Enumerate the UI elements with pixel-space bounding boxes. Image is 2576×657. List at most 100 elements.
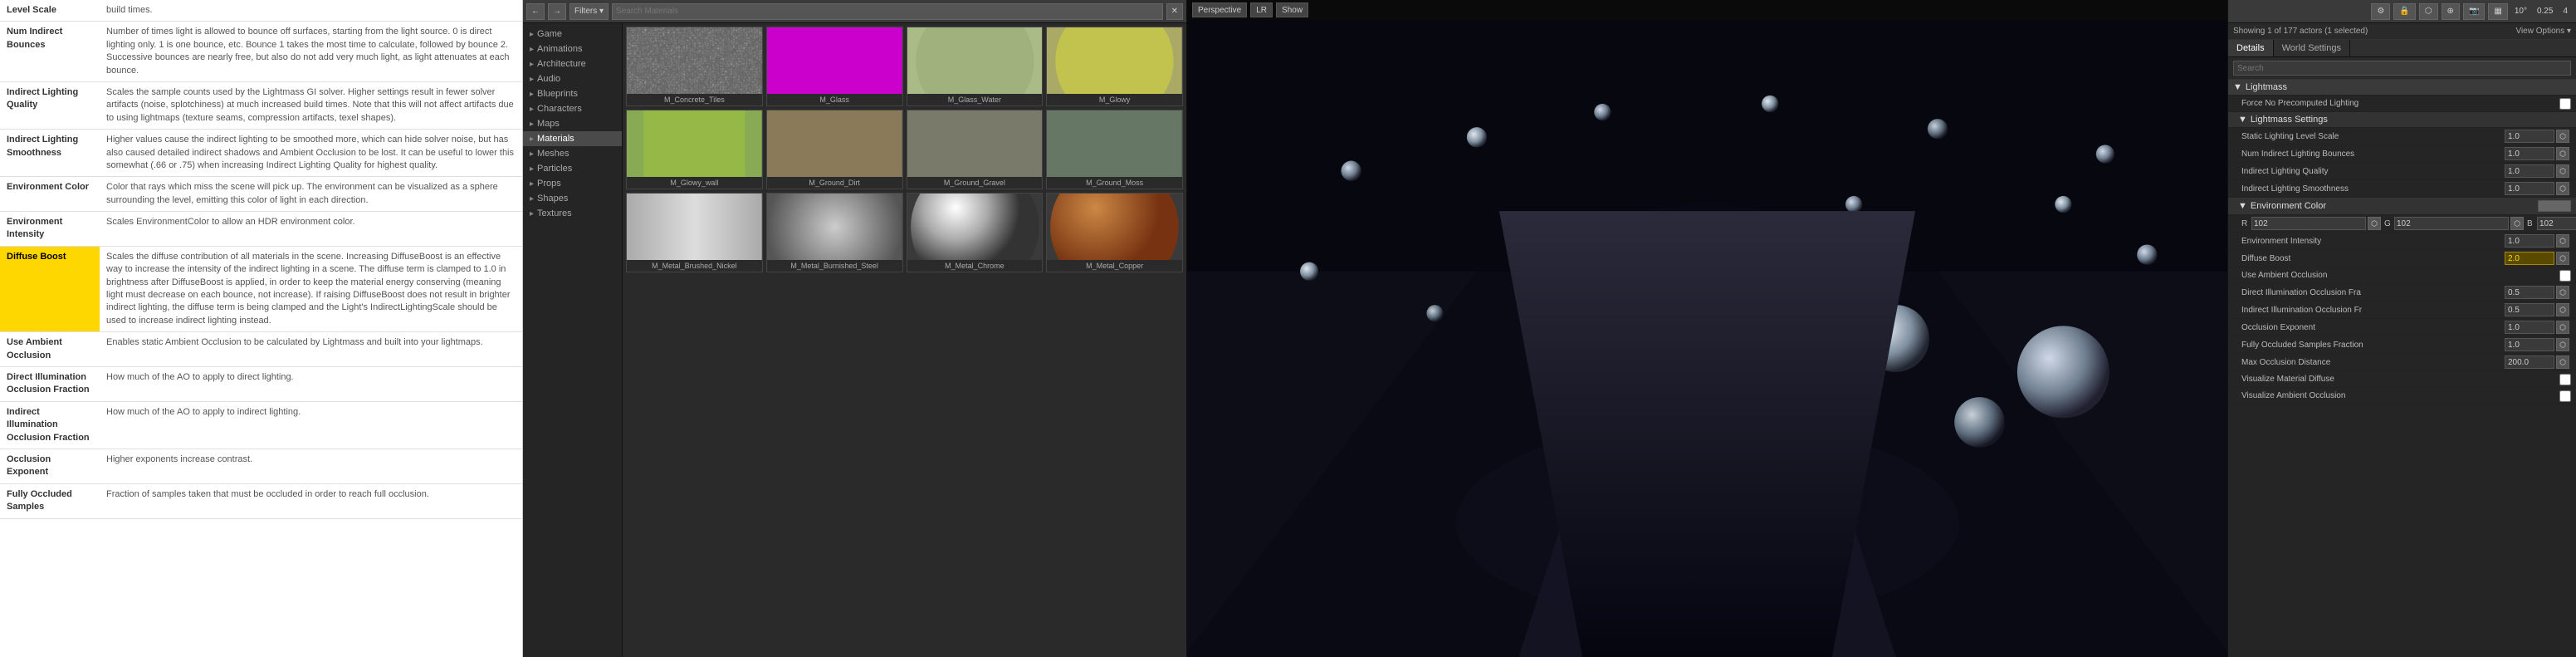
indirect-lighting-quality-btn[interactable]: ⬡	[2556, 164, 2569, 178]
show-button[interactable]: Show	[1276, 2, 1308, 17]
asset-item-m_glass[interactable]: M_Glass	[766, 27, 903, 106]
sidebar-item-animations[interactable]: ▸Animations	[523, 42, 622, 56]
asset-sidebar: ▸Game▸Animations▸Architecture▸Audio▸Blue…	[523, 23, 623, 657]
view-options-button[interactable]: View Options ▾	[2515, 27, 2571, 36]
doc-term: Environment Color	[0, 177, 100, 212]
forward-button[interactable]: →	[548, 3, 566, 20]
search-materials-input[interactable]	[612, 3, 1163, 20]
asset-item-m_concrete_tiles[interactable]: M_Concrete_Tiles	[626, 27, 763, 106]
sidebar-item-maps[interactable]: ▸Maps	[523, 116, 622, 131]
viewport-toolbar: Perspective LR Show	[1187, 0, 2227, 20]
color-swatch[interactable]	[2538, 200, 2571, 212]
sidebar-item-particles[interactable]: ▸Particles	[523, 161, 622, 176]
camera-button[interactable]: 📷	[2463, 3, 2485, 20]
visualize-ambient-occlusion-checkbox[interactable]	[2559, 390, 2571, 402]
lightmass-settings-header[interactable]: ▼ Lightmass Settings	[2228, 112, 2576, 128]
max-occlusion-distance-input[interactable]	[2505, 355, 2554, 369]
fully-occluded-samples-label: Fully Occluded Samples Fraction	[2241, 341, 2505, 350]
back-button[interactable]: ←	[526, 3, 545, 20]
indirect-lighting-smoothness-btn[interactable]: ⬡	[2556, 182, 2569, 195]
asset-item-m_ground_dirt[interactable]: M_Ground_Dirt	[766, 110, 903, 189]
max-occlusion-distance-label: Max Occlusion Distance	[2241, 358, 2505, 367]
sidebar-item-shapes[interactable]: ▸Shapes	[523, 191, 622, 206]
visualize-ambient-occlusion-row: Visualize Ambient Occlusion	[2228, 388, 2576, 404]
num-indirect-bounces-row: Num Indirect Lighting Bounces ⬡	[2228, 145, 2576, 163]
add-button[interactable]: ⊕	[2442, 3, 2460, 20]
asset-item-m_ground_gravel[interactable]: M_Ground_Gravel	[907, 110, 1044, 189]
fully-occluded-samples-btn[interactable]: ⬡	[2556, 338, 2569, 351]
occlusion-exponent-btn[interactable]: ⬡	[2556, 321, 2569, 334]
asset-item-m_glass_water[interactable]: M_Glass_Water	[907, 27, 1044, 106]
static-lighting-scale-btn[interactable]: ⬡	[2556, 130, 2569, 143]
env-g-btn[interactable]: ⬡	[2510, 217, 2524, 230]
lr-button[interactable]: LR	[1250, 2, 1273, 17]
properties-search-input[interactable]	[2233, 61, 2571, 76]
sidebar-item-textures[interactable]: ▸Textures	[523, 206, 622, 221]
env-b-input[interactable]	[2537, 217, 2576, 230]
occlusion-exponent-input[interactable]	[2505, 321, 2554, 334]
view-button[interactable]: ▦	[2488, 3, 2507, 20]
sidebar-item-label: Characters	[537, 104, 582, 114]
max-occlusion-distance-row: Max Occlusion Distance ⬡	[2228, 354, 2576, 371]
num-indirect-bounces-btn[interactable]: ⬡	[2556, 147, 2569, 160]
direct-illum-occlusion-input[interactable]	[2505, 286, 2554, 299]
max-occlusion-distance-btn[interactable]: ⬡	[2556, 355, 2569, 369]
sidebar-item-game[interactable]: ▸Game	[523, 27, 622, 42]
sidebar-item-materials[interactable]: ▸Materials	[523, 131, 622, 146]
visualize-material-diffuse-checkbox[interactable]	[2559, 374, 2571, 385]
sidebar-item-architecture[interactable]: ▸Architecture	[523, 56, 622, 71]
folder-icon: ▸	[530, 60, 534, 69]
sidebar-item-audio[interactable]: ▸Audio	[523, 71, 622, 86]
force-no-precomputed-checkbox[interactable]	[2559, 98, 2571, 110]
environment-intensity-btn[interactable]: ⬡	[2556, 234, 2569, 248]
diffuse-boost-label: Diffuse Boost	[2241, 254, 2505, 263]
indirect-lighting-smoothness-input[interactable]	[2505, 182, 2554, 195]
indirect-lighting-smoothness-value: ⬡	[2505, 182, 2571, 195]
tab-world-settings[interactable]: World Settings	[2274, 40, 2350, 56]
actor-count-text: Showing 1 of 177 actors (1 selected)	[2233, 27, 2368, 36]
asset-item-m_glowy[interactable]: M_Glowy	[1046, 27, 1183, 106]
scene-svg	[1187, 20, 2227, 657]
lightmass-collapse-icon: ▼	[2233, 82, 2242, 92]
asset-name-label: M_Metal_Copper	[1047, 260, 1182, 272]
fully-occluded-samples-input[interactable]	[2505, 338, 2554, 351]
asset-item-m_metal_chrome[interactable]: M_Metal_Chrome	[907, 193, 1044, 272]
close-browser-button[interactable]: ✕	[1166, 3, 1183, 20]
asset-item-m_ground_moss[interactable]: M_Ground_Moss	[1046, 110, 1183, 189]
tab-details[interactable]: Details	[2228, 40, 2274, 56]
fully-occluded-samples-value: ⬡	[2505, 338, 2571, 351]
lock-button[interactable]: 🔒	[2393, 3, 2415, 20]
doc-term: Environment Intensity	[0, 212, 100, 247]
indirect-lighting-quality-input[interactable]	[2505, 164, 2554, 178]
filters-button[interactable]: Filters ▾	[569, 3, 609, 20]
asset-item-m_metal_copper[interactable]: M_Metal_Copper	[1046, 193, 1183, 272]
env-r-btn[interactable]: ⬡	[2368, 217, 2381, 230]
direct-illum-occlusion-btn[interactable]: ⬡	[2556, 286, 2569, 299]
indirect-illum-occlusion-btn[interactable]: ⬡	[2556, 303, 2569, 316]
asset-item-m_metal_brushed_nickel[interactable]: M_Metal_Brushed_Nickel	[626, 193, 763, 272]
use-ambient-occlusion-checkbox[interactable]	[2559, 270, 2571, 282]
sidebar-item-props[interactable]: ▸Props	[523, 176, 622, 191]
sidebar-item-meshes[interactable]: ▸Meshes	[523, 146, 622, 161]
asset-item-m_metal_burnished_steel[interactable]: M_Metal_Burnished_Steel	[766, 193, 903, 272]
environment-intensity-input[interactable]	[2505, 234, 2554, 248]
diffuse-boost-btn[interactable]: ⬡	[2556, 252, 2569, 265]
asset-item-m_glowy_wall[interactable]: M_Glowy_wall	[626, 110, 763, 189]
static-lighting-scale-input[interactable]	[2505, 130, 2554, 143]
env-g-input[interactable]	[2394, 217, 2509, 230]
lightmass-section-header[interactable]: ▼ Lightmass	[2228, 80, 2576, 96]
environment-intensity-row: Environment Intensity ⬡	[2228, 233, 2576, 250]
env-r-input[interactable]	[2251, 217, 2366, 230]
documentation-panel: Level Scalebuild times.Num Indirect Boun…	[0, 0, 523, 657]
environment-color-header[interactable]: ▼ Environment Color	[2228, 198, 2576, 215]
actor-count-info: Showing 1 of 177 actors (1 selected) Vie…	[2228, 23, 2576, 40]
diffuse-boost-input[interactable]	[2505, 252, 2554, 265]
indirect-illum-occlusion-input[interactable]	[2505, 303, 2554, 316]
perspective-button[interactable]: Perspective	[1192, 2, 1247, 17]
direct-illum-occlusion-label: Direct Illumination Occlusion Fra	[2241, 288, 2505, 297]
sidebar-item-blueprints[interactable]: ▸Blueprints	[523, 86, 622, 101]
num-indirect-bounces-input[interactable]	[2505, 147, 2554, 160]
sidebar-item-characters[interactable]: ▸Characters	[523, 101, 622, 116]
settings-button[interactable]: ⚙	[2371, 3, 2390, 20]
grid-button[interactable]: ⬡	[2419, 3, 2438, 20]
